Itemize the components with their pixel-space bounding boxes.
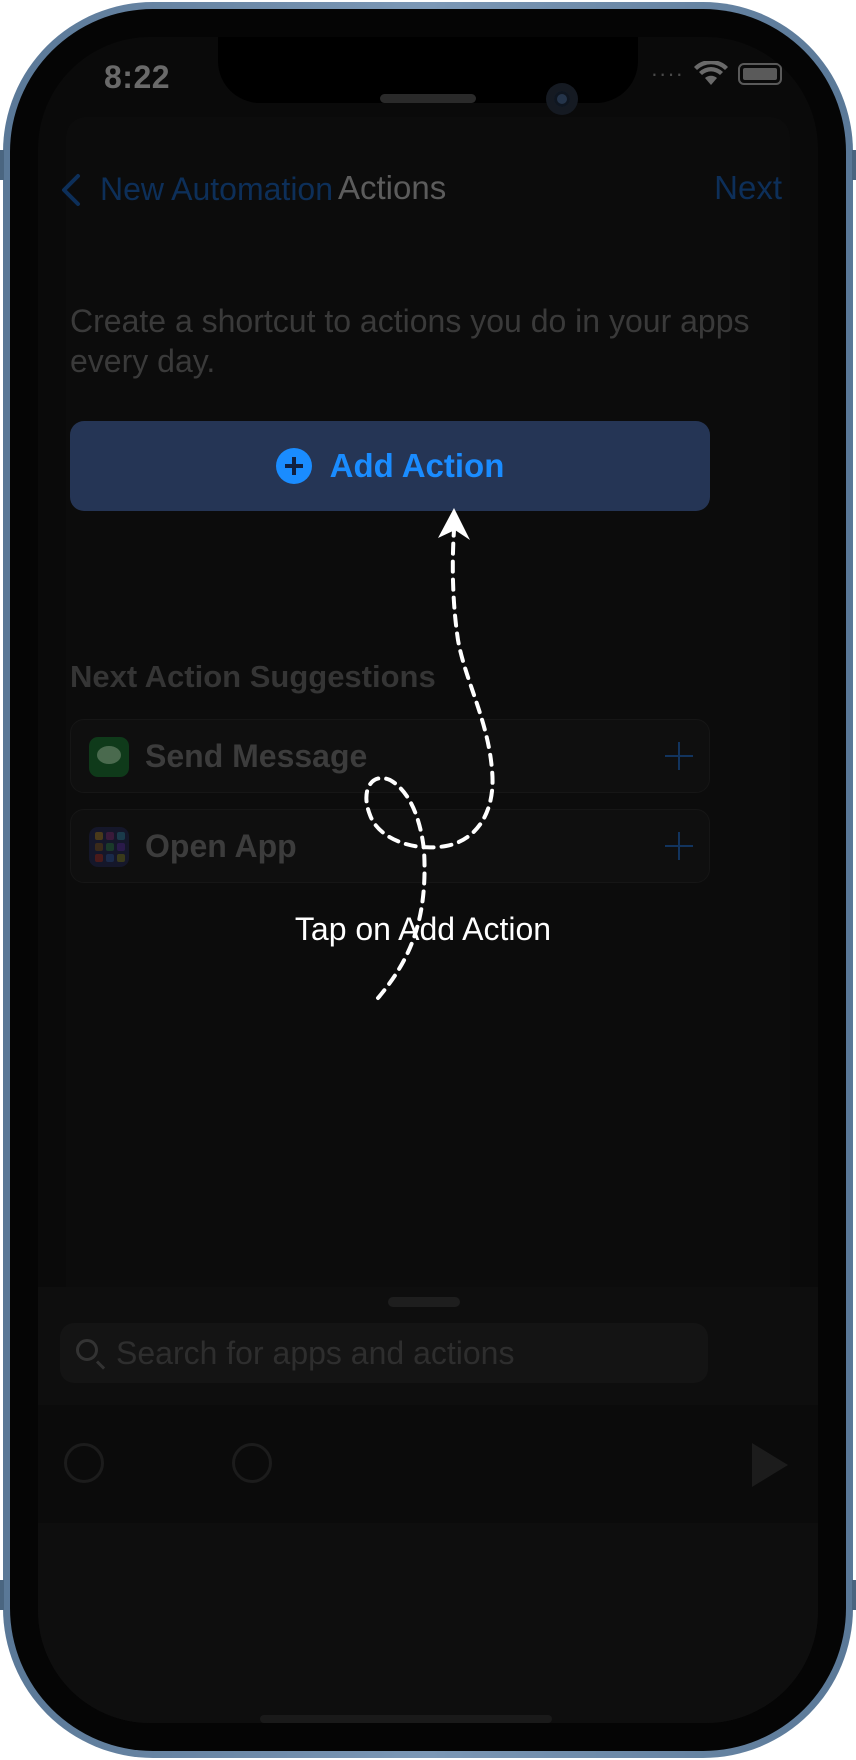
tutorial-arrow xyxy=(364,508,495,1000)
